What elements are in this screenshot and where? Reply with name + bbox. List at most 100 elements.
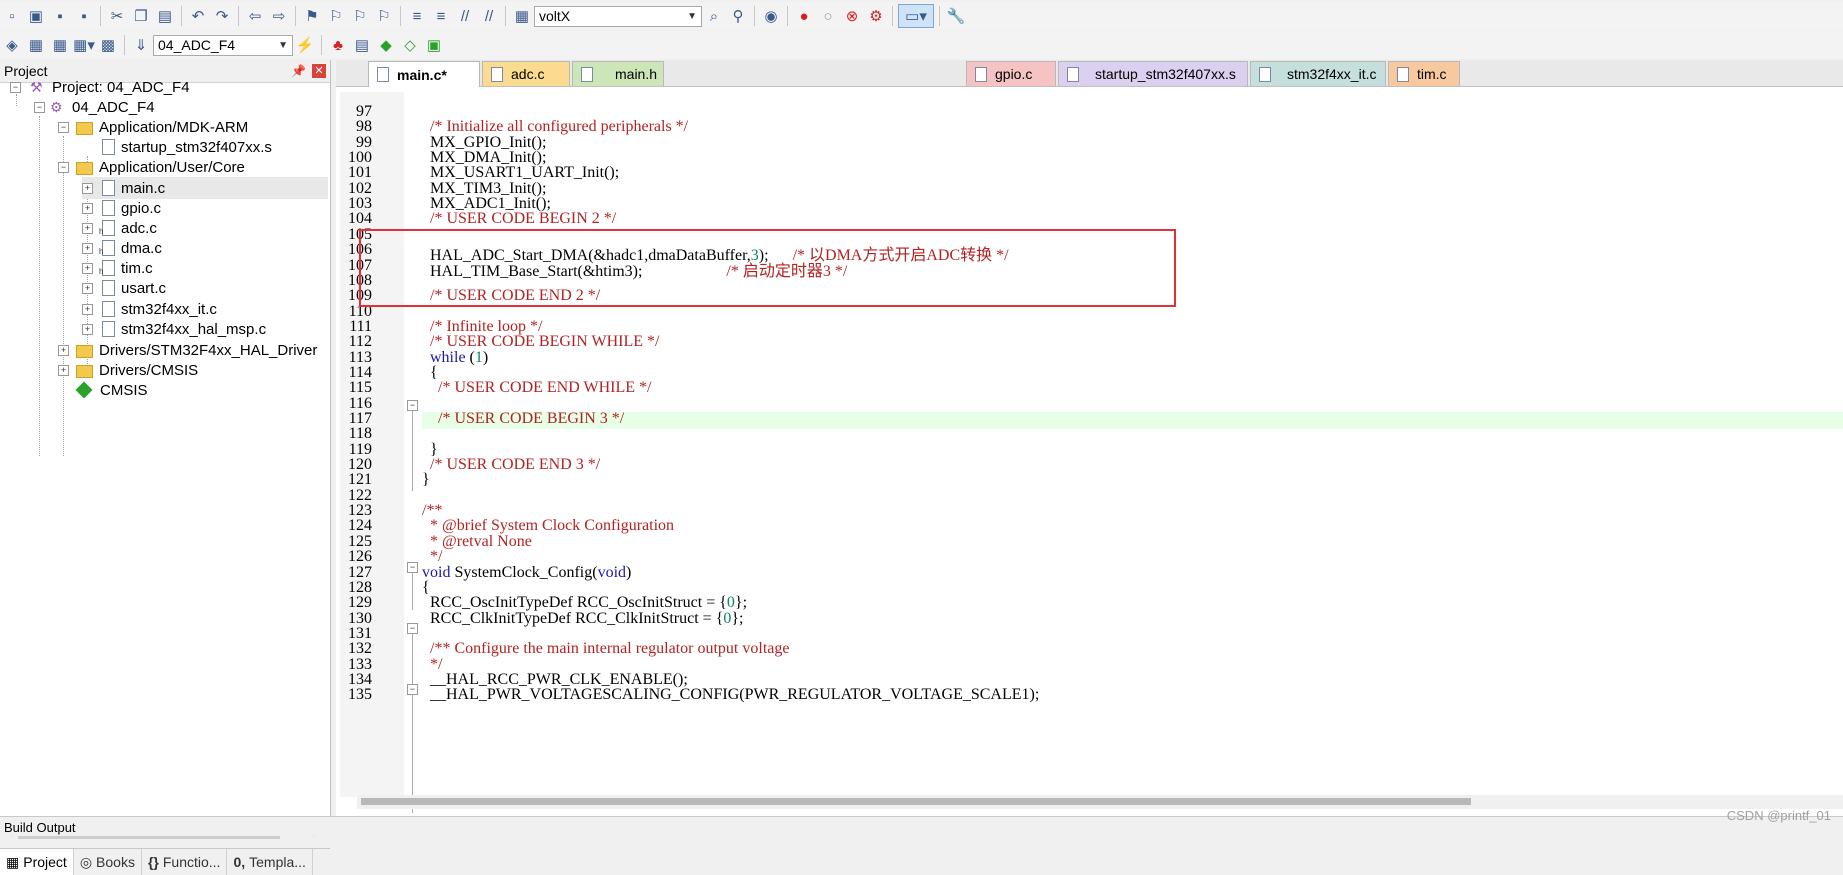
bookmark-icon[interactable]: ⚑ xyxy=(301,5,323,27)
window-layout-icon[interactable]: ▭▾ xyxy=(898,4,934,28)
tree-file-gpio[interactable]: + gpio.c xyxy=(82,197,161,219)
tree-group-mdk[interactable]: − Application/MDK-ARM xyxy=(58,116,248,138)
tab-adc-c[interactable]: adc.c xyxy=(482,61,570,86)
nav-forward-icon[interactable]: ⇨ xyxy=(268,5,290,27)
pack-installer-icon[interactable]: ▣ xyxy=(423,34,445,56)
collapse-icon[interactable]: − xyxy=(58,122,69,133)
bookmark-next-icon[interactable]: ⚐ xyxy=(349,5,371,27)
tab-startup[interactable]: startup_stm32f407xx.s xyxy=(1058,61,1248,86)
tab-templates[interactable]: 0, Templa... xyxy=(227,849,313,875)
code-line[interactable]: __HAL_PWR_VOLTAGESCALING_CONFIG(PWR_REGU… xyxy=(422,686,1039,704)
find-in-files-icon[interactable]: ▦ xyxy=(511,5,533,27)
redo-icon[interactable]: ↷ xyxy=(211,5,233,27)
editor-hscrollbar[interactable] xyxy=(357,795,1843,809)
manage-components-icon[interactable]: ▤ xyxy=(351,34,373,56)
file-extensions-icon[interactable]: ♣ xyxy=(327,34,349,56)
collapse-icon[interactable]: − xyxy=(58,162,69,173)
bookmark-prev-icon[interactable]: ⚐ xyxy=(325,5,347,27)
collapse-icon[interactable]: − xyxy=(34,102,45,113)
tab-project[interactable]: ▦ Project xyxy=(0,849,74,875)
copy-icon[interactable]: ❐ xyxy=(130,5,152,27)
tree-label: usart.c xyxy=(121,279,167,297)
scroll-thumb[interactable] xyxy=(361,798,1471,805)
tree-file-tim[interactable]: + tim.c xyxy=(82,257,153,279)
tree-file-msp[interactable]: + stm32f4xx_hal_msp.c xyxy=(82,318,266,340)
expand-icon[interactable]: + xyxy=(82,183,93,194)
expand-icon[interactable]: + xyxy=(82,283,93,294)
tab-stm32f4xx-it[interactable]: stm32f4xx_it.c xyxy=(1250,61,1386,86)
bookmark-clear-icon[interactable]: ⚐ xyxy=(373,5,395,27)
build-icon[interactable]: ▦ xyxy=(25,34,47,56)
code-line[interactable]: void SystemClock_Config(void) xyxy=(422,564,631,582)
expand-icon[interactable]: + xyxy=(82,263,93,274)
tree-file-startup[interactable]: startup_stm32f407xx.s xyxy=(102,136,272,158)
undo-icon[interactable]: ↶ xyxy=(187,5,209,27)
unindent-icon[interactable]: ≡ xyxy=(430,5,452,27)
fold-collapse-icon[interactable]: − xyxy=(407,684,418,695)
nav-back-icon[interactable]: ⇦ xyxy=(244,5,266,27)
tree-file-dma[interactable]: + dma.c xyxy=(82,237,162,259)
incremental-find-icon[interactable]: ⚲ xyxy=(727,5,749,27)
open-folder-icon[interactable]: ▣ xyxy=(25,5,47,27)
breakpoint-kill-icon[interactable]: ⊗ xyxy=(841,5,863,27)
code-line[interactable]: /* USER CODE BEGIN 2 */ xyxy=(422,210,616,228)
tree-group-hal-driver[interactable]: + Drivers/STM32F4xx_HAL_Driver xyxy=(58,339,317,361)
tree-file-usart[interactable]: + usart.c xyxy=(82,277,166,299)
target-options-icon[interactable]: ⚡ xyxy=(294,34,316,56)
expand-icon[interactable]: + xyxy=(58,345,69,356)
batch-build-icon[interactable]: ▦▾ xyxy=(73,34,95,56)
code-line[interactable]: } xyxy=(422,471,430,489)
collapse-icon[interactable]: − xyxy=(10,82,21,93)
expand-icon[interactable]: + xyxy=(82,324,93,335)
tree-file-main[interactable]: + main.c xyxy=(82,177,328,199)
code-line[interactable]: /* USER CODE BEGIN 3 */ xyxy=(422,410,624,428)
tree-group-core[interactable]: − Application/User/Core xyxy=(58,156,245,178)
uncomment-icon[interactable]: // xyxy=(478,5,500,27)
tab-gpio-c[interactable]: gpio.c xyxy=(966,61,1056,86)
configure-icon[interactable]: 🔧 xyxy=(945,5,967,27)
save-icon[interactable]: ▪ xyxy=(49,5,71,27)
new-file-icon[interactable]: ▫ xyxy=(1,5,23,27)
tree-group-cmsis[interactable]: + Drivers/CMSIS xyxy=(58,359,198,381)
tree-project-root[interactable]: − ⚒ Project: 04_ADC_F4 xyxy=(10,76,190,98)
build-output-label[interactable]: Build Output xyxy=(4,820,76,835)
tab-functions[interactable]: {} Functio... xyxy=(142,849,228,875)
tab-tim-c[interactable]: tim.c xyxy=(1388,61,1460,86)
expand-icon[interactable]: + xyxy=(82,304,93,315)
rebuild-icon[interactable]: ▦ xyxy=(49,34,71,56)
tab-main-c[interactable]: main.c* xyxy=(368,61,480,87)
stop-build-icon[interactable]: ▩ xyxy=(97,34,119,56)
tree-file-it[interactable]: + stm32f4xx_it.c xyxy=(82,298,217,320)
target-select[interactable]: 04_ADC_F4 ▼ xyxy=(153,34,293,56)
breakpoint-kill-all-icon[interactable]: ⚙ xyxy=(865,5,887,27)
breakpoint-icon[interactable]: ● xyxy=(793,5,815,27)
pin-icon[interactable]: 📌 xyxy=(291,64,306,78)
code-line[interactable]: /* USER CODE END WHILE */ xyxy=(422,379,651,397)
code-line[interactable]: /** Configure the main internal regulato… xyxy=(422,640,789,658)
comment-icon[interactable]: // xyxy=(454,5,476,27)
breakpoint-disable-icon[interactable]: ○ xyxy=(817,5,839,27)
expand-icon[interactable]: + xyxy=(82,223,93,234)
find-combo[interactable]: voltX ▼ xyxy=(534,5,702,27)
download-icon[interactable]: ⇓ xyxy=(130,34,152,56)
code-line[interactable]: RCC_ClkInitTypeDef RCC_ClkInitStruct = {… xyxy=(422,610,744,628)
indent-icon[interactable]: ≡ xyxy=(406,5,428,27)
close-icon[interactable]: ✕ xyxy=(312,64,326,78)
tree-target[interactable]: − ⚙ 04_ADC_F4 xyxy=(34,96,155,118)
expand-icon[interactable]: + xyxy=(82,243,93,254)
expand-icon[interactable]: + xyxy=(82,203,93,214)
tree-cmsis-component[interactable]: CMSIS xyxy=(75,379,148,401)
paste-icon[interactable]: ▤ xyxy=(154,5,176,27)
cut-icon[interactable]: ✂ xyxy=(106,5,128,27)
translate-icon[interactable]: ◈ xyxy=(1,34,23,56)
expand-icon[interactable]: + xyxy=(58,365,69,376)
find-icon[interactable]: ⌕ xyxy=(703,5,725,27)
code-line[interactable]: /* USER CODE END 3 */ xyxy=(422,456,600,474)
tab-books[interactable]: ◎ Books xyxy=(74,849,142,875)
tab-main-h[interactable]: main.h xyxy=(572,61,664,86)
select-packs-icon[interactable]: ◇ xyxy=(399,34,421,56)
debug-session-icon[interactable]: ◉ xyxy=(760,5,782,27)
tree-file-adc[interactable]: + adc.c xyxy=(82,217,157,239)
save-all-icon[interactable]: ▪ xyxy=(73,5,95,27)
run-time-env-icon[interactable]: ◆ xyxy=(375,34,397,56)
